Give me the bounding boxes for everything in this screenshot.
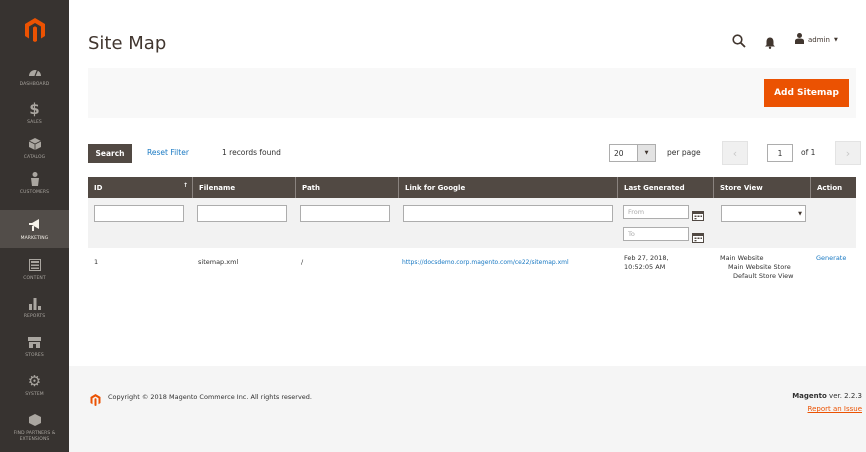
- cell-id: 1: [94, 258, 99, 266]
- page-actions-bar: [88, 68, 856, 118]
- page-footer: [69, 366, 866, 452]
- store-view-filter-select[interactable]: ▼: [721, 205, 806, 222]
- cell-last-generated-time: 10:52:05 AM: [624, 263, 666, 271]
- column-header-action: Action: [810, 177, 856, 198]
- sidebar-item-stores[interactable]: Stores: [0, 333, 69, 365]
- admin-username: admin: [808, 35, 830, 44]
- per-page-value: 20: [614, 148, 624, 158]
- dollar-icon: $: [29, 100, 40, 118]
- cell-store-view: Default Store View: [733, 272, 794, 280]
- column-header-last-generated[interactable]: Last Generated: [617, 177, 713, 198]
- generate-link[interactable]: Generate: [816, 254, 846, 263]
- add-sitemap-button[interactable]: Add Sitemap: [764, 79, 849, 107]
- bar-chart-icon: [28, 294, 41, 312]
- sidebar-item-reports[interactable]: Reports: [0, 294, 69, 326]
- cell-path: /: [301, 258, 304, 266]
- cell-google-link[interactable]: https://docsdemo.corp.magento.com/ce22/s…: [402, 258, 569, 267]
- content-layout-icon: [28, 256, 41, 274]
- date-from-input[interactable]: From: [623, 205, 689, 219]
- user-icon: [795, 33, 804, 46]
- per-page-select[interactable]: 20 ▼: [609, 144, 656, 162]
- sidebar-item-sales[interactable]: $ Sales: [0, 100, 69, 132]
- path-filter-input[interactable]: [300, 205, 390, 222]
- gear-icon: ⚙: [27, 372, 42, 390]
- column-header-link-for-google[interactable]: Link for Google: [398, 177, 617, 198]
- grid-filter-row: From To ▼: [88, 198, 856, 248]
- copyright-text: Copyright © 2018 Magento Commerce Inc. A…: [108, 393, 312, 401]
- version-text: Magento ver. 2.2.3: [792, 392, 862, 400]
- search-icon[interactable]: [732, 33, 746, 48]
- per-page-label: per page: [667, 148, 701, 157]
- column-header-filename[interactable]: Filename: [192, 177, 295, 198]
- report-issue-link[interactable]: Report an Issue: [808, 405, 862, 413]
- chevron-right-icon: ›: [845, 146, 851, 160]
- magento-logo-icon: [90, 391, 101, 406]
- id-filter-input[interactable]: [94, 205, 184, 222]
- megaphone-icon: [28, 216, 42, 234]
- bell-icon[interactable]: [764, 34, 776, 49]
- sort-arrow-icon: ↑: [182, 182, 188, 189]
- records-found-count: 1 records found: [222, 148, 281, 157]
- sidebar-item-dashboard[interactable]: Dashboard: [0, 62, 69, 98]
- admin-account-menu[interactable]: admin ▼: [795, 33, 838, 46]
- sidebar-item-customers[interactable]: Customers: [0, 170, 69, 203]
- chevron-down-icon: ▼: [833, 36, 838, 43]
- previous-page-button[interactable]: ‹: [722, 141, 748, 165]
- column-header-path[interactable]: Path: [295, 177, 398, 198]
- store-icon: [28, 333, 41, 351]
- admin-sidebar: Dashboard $ Sales Catalog Customers Mark…: [0, 0, 69, 452]
- reset-filter-link[interactable]: Reset Filter: [147, 148, 189, 157]
- cell-store-name: Main Website Store: [728, 263, 791, 271]
- page-title: Site Map: [88, 33, 167, 54]
- link-filter-input[interactable]: [403, 205, 613, 222]
- grid-header-row: ID ↑ Filename Path Link for Google Last …: [88, 177, 856, 198]
- table-row: 1 sitemap.xml / https://docsdemo.corp.ma…: [88, 248, 856, 300]
- brand-name: Magento: [792, 392, 827, 400]
- chevron-down-icon[interactable]: ▼: [637, 145, 655, 161]
- sidebar-item-content[interactable]: Content: [0, 256, 69, 288]
- sidebar-item-partners[interactable]: Find Partners & Extensions: [0, 411, 69, 451]
- catalog-cube-icon: [28, 135, 41, 153]
- cell-filename: sitemap.xml: [198, 258, 239, 266]
- filename-filter-input[interactable]: [197, 205, 287, 222]
- search-button[interactable]: Search: [88, 144, 132, 163]
- total-pages-label: of 1: [801, 148, 816, 157]
- customer-icon: [30, 170, 40, 188]
- sidebar-item-marketing[interactable]: Marketing: [0, 210, 69, 248]
- cell-last-generated-date: Feb 27, 2018,: [624, 254, 669, 262]
- chevron-left-icon: ‹: [732, 146, 738, 160]
- calendar-icon[interactable]: [692, 206, 704, 221]
- chevron-down-icon: ▼: [798, 211, 802, 217]
- sidebar-item-catalog[interactable]: Catalog: [0, 135, 69, 167]
- next-page-button[interactable]: ›: [835, 141, 861, 165]
- column-header-store-view[interactable]: Store View: [713, 177, 810, 198]
- calendar-icon[interactable]: [692, 228, 704, 243]
- version-number: ver. 2.2.3: [829, 392, 862, 400]
- date-to-input[interactable]: To: [623, 227, 689, 241]
- magento-logo-icon[interactable]: [0, 10, 69, 50]
- dashboard-icon: [28, 62, 42, 80]
- sidebar-item-system[interactable]: ⚙ System: [0, 372, 69, 404]
- cell-store-website: Main Website: [720, 254, 764, 262]
- column-header-id[interactable]: ID ↑: [88, 177, 192, 198]
- partners-cube-icon: [28, 411, 41, 429]
- current-page-input[interactable]: 1: [767, 144, 793, 162]
